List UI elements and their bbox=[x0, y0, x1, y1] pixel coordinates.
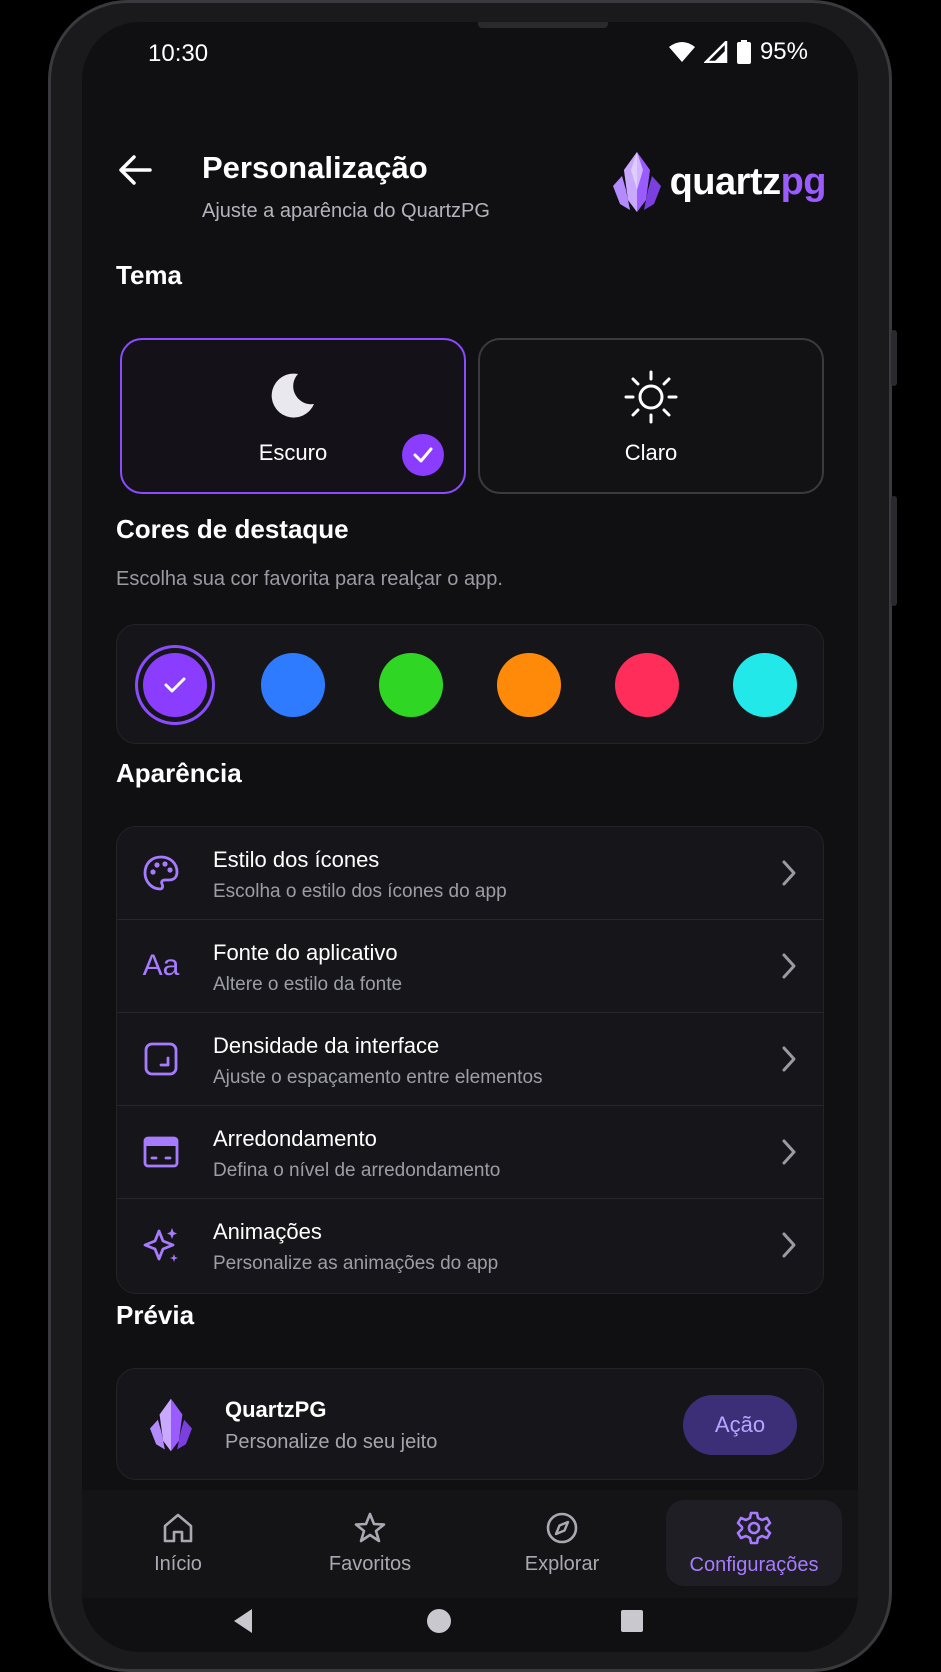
theme-option-light[interactable]: Claro bbox=[478, 338, 824, 494]
color-swatch-purple[interactable] bbox=[143, 653, 207, 717]
list-item-title: Arredondamento bbox=[213, 1126, 377, 1151]
nav-item-label: Explorar bbox=[524, 1552, 600, 1575]
nav-item-settings[interactable]: Configurações bbox=[666, 1500, 842, 1586]
nav-item-favorites[interactable]: Favoritos bbox=[282, 1500, 458, 1586]
palette-icon bbox=[139, 851, 183, 895]
appearance-list: Estilo dos ícones Escolha o estilo dos í… bbox=[116, 826, 824, 1294]
accent-color-picker bbox=[116, 624, 824, 744]
page-title: Personalização bbox=[202, 150, 428, 185]
nav-item-label: Favoritos bbox=[328, 1552, 412, 1575]
color-swatch-pink[interactable] bbox=[615, 653, 679, 717]
logo-wordmark: quartzpg bbox=[669, 160, 827, 204]
system-home-icon[interactable] bbox=[425, 1606, 453, 1636]
chevron-right-icon bbox=[782, 860, 796, 886]
list-item-title: Estilo dos ícones bbox=[213, 847, 380, 872]
chevron-right-icon bbox=[782, 1046, 796, 1072]
sun-icon bbox=[624, 370, 678, 424]
list-item-subtitle: Personalize as animações do app bbox=[213, 1253, 499, 1274]
preview-card: QuartzPG Personalize do seu jeito Ação bbox=[116, 1368, 824, 1480]
system-navigation-bar bbox=[82, 1598, 858, 1652]
chevron-right-icon bbox=[782, 1232, 796, 1258]
section-title-accent: Cores de destaque bbox=[116, 514, 349, 544]
logo-pg: pg bbox=[780, 160, 827, 203]
list-item-title: Fonte do aplicativo bbox=[213, 940, 398, 965]
section-title-preview: Prévia bbox=[116, 1300, 195, 1330]
selected-check-badge bbox=[402, 434, 444, 476]
nav-item-explore[interactable]: Explorar bbox=[474, 1500, 650, 1586]
back-button[interactable] bbox=[116, 150, 156, 190]
color-swatch-blue[interactable] bbox=[261, 653, 325, 717]
home-icon bbox=[163, 1513, 193, 1542]
rounded-card-icon bbox=[139, 1130, 183, 1174]
screen: 10:30 95% Personalização Ajuste a aparên… bbox=[82, 22, 858, 1652]
bottom-navigation: Início Favoritos Explorar Configurações bbox=[82, 1490, 858, 1598]
page-subtitle: Ajuste a aparência do QuartzPG bbox=[202, 200, 490, 222]
list-item-app-font[interactable]: Aa Fonte do aplicativo Altere o estilo d… bbox=[117, 920, 823, 1013]
list-item-interface-density[interactable]: Densidade da interface Ajuste o espaçame… bbox=[117, 1013, 823, 1106]
section-title-appearance: Aparência bbox=[116, 758, 242, 788]
battery-icon bbox=[736, 40, 751, 64]
status-bar: 10:30 95% bbox=[82, 22, 858, 82]
nav-item-home[interactable]: Início bbox=[90, 1500, 266, 1586]
theme-option-label: Claro bbox=[624, 440, 678, 465]
system-recents-icon[interactable] bbox=[618, 1606, 646, 1636]
list-item-subtitle: Altere o estilo da fonte bbox=[213, 974, 403, 995]
nav-item-label: Configurações bbox=[689, 1553, 819, 1576]
color-swatch-green[interactable] bbox=[379, 653, 443, 717]
list-item-rounding[interactable]: Arredondamento Defina o nível de arredon… bbox=[117, 1106, 823, 1199]
list-item-subtitle: Defina o nível de arredondamento bbox=[213, 1160, 501, 1181]
logo-quartz: quartz bbox=[669, 160, 782, 203]
compass-icon bbox=[546, 1512, 578, 1543]
moon-icon bbox=[271, 373, 314, 418]
list-item-subtitle: Escolha o estilo dos ícones do app bbox=[213, 881, 507, 902]
system-back-icon[interactable] bbox=[230, 1606, 256, 1636]
check-icon bbox=[164, 677, 186, 693]
gear-icon bbox=[736, 1511, 772, 1544]
chevron-right-icon bbox=[782, 1139, 796, 1165]
nav-item-label: Início bbox=[154, 1552, 202, 1575]
check-icon bbox=[413, 447, 433, 463]
list-item-icon-style[interactable]: Estilo dos ícones Escolha o estilo dos í… bbox=[117, 827, 823, 920]
color-swatch-orange[interactable] bbox=[497, 653, 561, 717]
arrow-left-icon bbox=[119, 155, 152, 185]
list-item-title: Animações bbox=[213, 1219, 322, 1244]
theme-option-dark[interactable]: Escuro bbox=[120, 338, 466, 494]
power-button bbox=[891, 496, 897, 606]
crystal-logo-icon bbox=[150, 1398, 192, 1452]
preview-action-button[interactable]: Ação bbox=[683, 1395, 797, 1455]
battery-percent: 95% bbox=[759, 38, 808, 65]
preview-app-name: QuartzPG bbox=[225, 1397, 327, 1422]
crystal-logo-icon bbox=[612, 152, 661, 212]
section-title-theme: Tema bbox=[116, 260, 182, 290]
density-icon bbox=[139, 1037, 183, 1081]
list-item-subtitle: Ajuste o espaçamento entre elementos bbox=[213, 1067, 543, 1088]
chevron-right-icon bbox=[782, 953, 796, 979]
font-icon: Aa bbox=[139, 944, 183, 988]
wifi-icon bbox=[668, 42, 695, 62]
font-icon-glyph: Aa bbox=[142, 949, 180, 982]
app-logo: quartzpg bbox=[610, 150, 827, 214]
color-swatch-cyan[interactable] bbox=[733, 653, 797, 717]
list-item-title: Densidade da interface bbox=[213, 1033, 440, 1058]
status-icons: 95% bbox=[668, 38, 808, 66]
list-item-animations[interactable]: Animações Personalize as animações do ap… bbox=[117, 1199, 823, 1292]
section-description-accent: Escolha sua cor favorita para realçar o … bbox=[116, 568, 503, 590]
volume-button bbox=[891, 330, 897, 386]
sparkle-icon bbox=[139, 1223, 183, 1267]
preview-tagline: Personalize do seu jeito bbox=[225, 1431, 438, 1453]
signal-icon bbox=[703, 41, 728, 63]
status-time: 10:30 bbox=[148, 40, 209, 67]
star-icon bbox=[354, 1512, 386, 1542]
